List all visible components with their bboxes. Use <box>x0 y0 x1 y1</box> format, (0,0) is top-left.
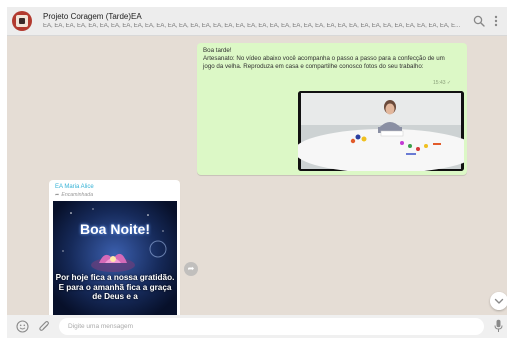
message-body: Artesanato: No vídeo abaixo você acompan… <box>203 55 445 71</box>
chat-header[interactable]: Projeto Coragem (Tarde)EA EA, EA, EA, EA… <box>7 7 507 36</box>
group-members: EA, EA, EA, EA, EA, EA, EA, EA, EA, EA, … <box>43 23 461 29</box>
forwarded-label: ➦ Encaminhada <box>55 192 93 198</box>
emoji-icon[interactable] <box>16 320 29 333</box>
message-image[interactable]: Boa Noite! Por hoje fica a nossa gratidã… <box>53 201 177 320</box>
incoming-message[interactable]: EA Maria Alice ➦ Encaminhada Boa Noite! … <box>49 180 180 320</box>
forwarded-text: Encaminhada <box>61 192 94 198</box>
message-time: 15:43 ✓ <box>433 80 452 86</box>
chevron-down-icon[interactable] <box>490 292 507 310</box>
forwarded-icon: ➦ <box>55 192 60 198</box>
video-still <box>298 91 464 171</box>
forward-icon[interactable]: ➦ <box>184 262 198 276</box>
composer-bar <box>7 315 507 338</box>
video-thumbnail[interactable] <box>298 91 464 171</box>
group-name[interactable]: Projeto Coragem (Tarde)EA <box>43 12 142 21</box>
search-icon[interactable] <box>473 15 485 27</box>
group-avatar[interactable] <box>12 11 32 31</box>
menu-icon[interactable] <box>493 14 499 28</box>
image-title: Boa Noite! <box>80 221 150 237</box>
night-background <box>53 201 177 320</box>
message-greeting: Boa tarde! <box>203 47 232 54</box>
message-pane[interactable]: Boa tarde! Artesanato: No vídeo abaixo v… <box>7 37 507 320</box>
message-text: Boa tarde! Artesanato: No vídeo abaixo v… <box>203 47 458 72</box>
sender-name[interactable]: EA Maria Alice <box>55 184 94 190</box>
message-input[interactable] <box>59 318 484 335</box>
whatsapp-window: Projeto Coragem (Tarde)EA EA, EA, EA, EA… <box>7 7 507 338</box>
outgoing-message[interactable]: Boa tarde! Artesanato: No vídeo abaixo v… <box>197 43 467 175</box>
image-caption: Por hoje fica a nossa gratidão. E para o… <box>55 273 175 301</box>
clip-icon[interactable] <box>38 320 51 333</box>
mic-icon[interactable] <box>494 319 503 333</box>
